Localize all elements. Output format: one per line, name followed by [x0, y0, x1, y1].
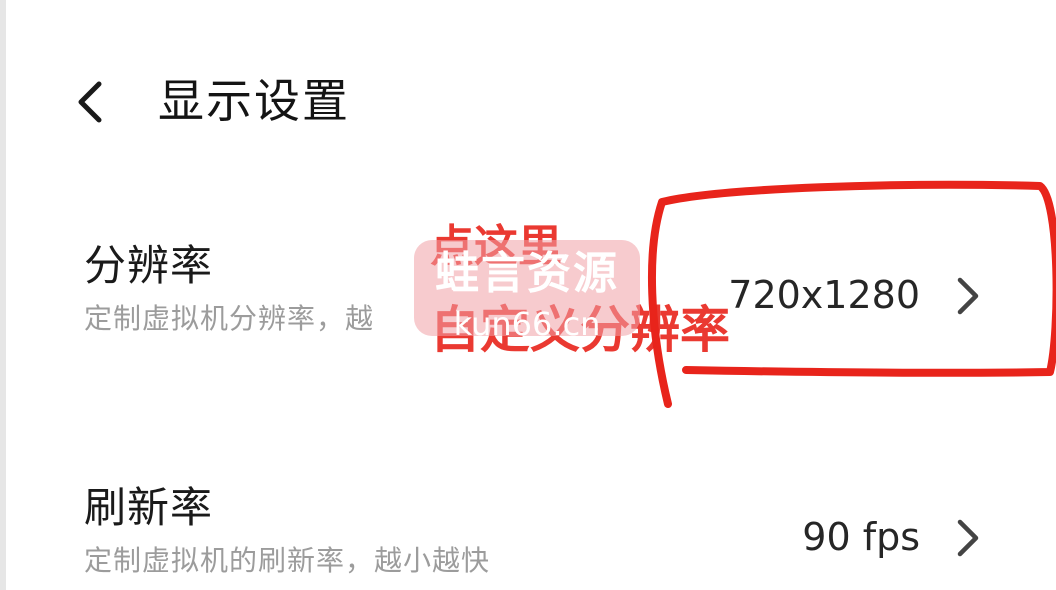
setting-title: 分辨率: [84, 241, 214, 290]
back-button[interactable]: [62, 74, 118, 130]
setting-value: 720x1280: [728, 273, 920, 317]
chevron-right-icon: [957, 277, 979, 315]
setting-title: 刷新率: [84, 483, 214, 532]
setting-row-resolution[interactable]: 分辨率 定制虚拟机分辨率，越 720x1280: [0, 238, 1056, 348]
chevron-right-icon: [957, 519, 979, 557]
setting-description: 定制虚拟机分辨率，越: [84, 302, 375, 335]
page-title: 显示设置: [158, 74, 350, 128]
setting-description: 定制虚拟机的刷新率，越小越快: [84, 544, 491, 577]
header-bar: 显示设置: [0, 60, 1056, 150]
setting-value: 90 fps: [802, 515, 920, 559]
setting-row-refresh-rate[interactable]: 刷新率 定制虚拟机的刷新率，越小越快 90 fps: [0, 480, 1056, 590]
chevron-left-icon: [78, 81, 102, 123]
